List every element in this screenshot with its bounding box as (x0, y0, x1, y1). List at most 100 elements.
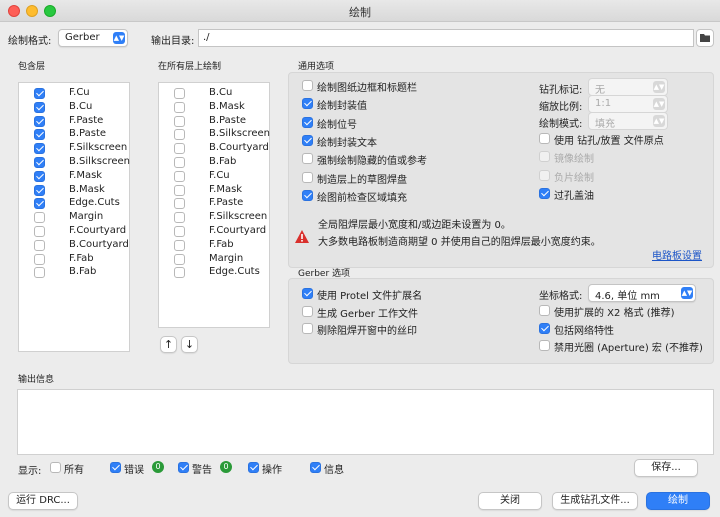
general-right-option-1-label: 镜像绘制 (554, 154, 594, 166)
layer-all-layers-1-label: B.Mask (209, 100, 245, 112)
layer-include-layers-7-label: B.Mask (69, 183, 105, 195)
layer-all-layers-4-label: B.Courtyard (209, 142, 269, 154)
drill-marks-label: 钻孔标记: (539, 85, 583, 96)
layer-include-layers-12-checkbox[interactable] (34, 253, 45, 265)
all-layers-list[interactable]: B.Cu B.Mask B.Paste B.Silkscreen B.Courtyard… (158, 82, 270, 328)
layer-all-layers-10-checkbox[interactable] (174, 226, 185, 237)
general-option-2-checkbox[interactable] (302, 116, 313, 128)
filter-0-checkbox[interactable] (50, 462, 61, 473)
general-option-1-checkbox[interactable] (302, 98, 313, 110)
general-option-3-label: 绘制封装文本 (317, 137, 377, 149)
plot-button[interactable]: 绘制 (646, 492, 710, 510)
general-right-option-2-checkbox[interactable] (539, 169, 550, 181)
layer-include-layers-10-checkbox[interactable] (34, 226, 45, 237)
board-setup-link[interactable]: 电路板设置 (652, 247, 702, 262)
layer-all-layers-2-label: B.Paste (209, 114, 247, 126)
layer-all-layers-1-checkbox[interactable] (174, 101, 185, 113)
gerber-option-2-label: 剔除阻焊开窗中的丝印 (317, 326, 417, 337)
layer-include-layers-8-checkbox[interactable] (34, 198, 45, 210)
gerber-right-option-1-label: 包括网络特性 (554, 325, 614, 337)
layer-include-layers-9-checkbox[interactable] (34, 212, 45, 224)
format-select[interactable]: Gerber ▲▼ (58, 29, 128, 47)
title-bar: 绘制 (0, 0, 720, 22)
general-right-option-0-checkbox[interactable] (539, 133, 550, 144)
layer-all-layers-13-checkbox[interactable] (174, 267, 185, 279)
general-right-option-3-checkbox[interactable] (539, 187, 550, 199)
output-messages-area[interactable] (17, 389, 714, 455)
coord-format-select[interactable]: 4.6, 单位 mm ▲▼ (588, 284, 696, 302)
layer-include-layers-5-checkbox[interactable] (34, 157, 45, 168)
all-layers-header: 在所有层上绘制 (158, 62, 222, 72)
layer-include-layers-11-checkbox[interactable] (34, 239, 45, 251)
layer-all-layers-6-checkbox[interactable] (174, 170, 185, 182)
layer-include-layers-4-checkbox[interactable] (34, 143, 45, 155)
gerber-right-option-2-checkbox[interactable] (539, 340, 550, 351)
general-option-6-checkbox[interactable] (302, 189, 313, 201)
general-option-3-checkbox[interactable] (302, 134, 313, 146)
plot-mode-select[interactable]: 填充 ▲▼ (588, 112, 668, 130)
warning-line-2: 大多数电路板制造商期望 0 并使用自己的阻焊层最小宽度约束。 (318, 237, 601, 248)
general-option-1-label: 绘制封装值 (317, 101, 367, 113)
layer-all-layers-3-label: B.Silkscreen (209, 128, 270, 140)
layer-all-layers-12-checkbox[interactable] (174, 253, 185, 265)
close-button[interactable]: 关闭 (478, 492, 542, 510)
layer-include-layers-13-checkbox[interactable] (34, 267, 45, 279)
gerber-right-option-1-checkbox[interactable] (539, 322, 550, 334)
layer-include-layers-1-label: B.Cu (69, 100, 93, 112)
layer-include-layers-6-checkbox[interactable] (34, 170, 45, 182)
save-output-button[interactable]: 保存... (634, 459, 698, 477)
general-right-option-2-label: 负片绘制 (554, 172, 594, 184)
format-label: 绘制格式: (8, 36, 52, 47)
layer-include-layers-2-label: F.Paste (69, 114, 104, 126)
general-option-4-checkbox[interactable] (302, 153, 313, 165)
layer-include-layers-3-checkbox[interactable] (34, 129, 45, 141)
gerber-right-option-2-label: 禁用光圈 (Aperture) 宏 (不推荐) (554, 343, 703, 354)
layer-all-layers-11-checkbox[interactable] (174, 239, 185, 251)
plot-mode-label: 绘制模式: (539, 119, 583, 130)
move-up-button[interactable]: ↑ (160, 336, 177, 353)
layer-all-layers-0-checkbox[interactable] (174, 88, 185, 99)
layer-all-layers-2-checkbox[interactable] (174, 115, 185, 127)
layer-all-layers-7-label: F.Mask (209, 183, 243, 195)
layer-all-layers-3-checkbox[interactable] (174, 129, 185, 141)
layer-include-layers-0-checkbox[interactable] (34, 88, 45, 99)
filter-3-checkbox[interactable] (248, 462, 259, 473)
gerber-option-2-checkbox[interactable] (302, 323, 313, 334)
layer-all-layers-5-checkbox[interactable] (174, 157, 185, 168)
coord-format-label: 坐标格式: (539, 291, 583, 302)
filter-2-checkbox[interactable] (178, 462, 189, 473)
drill-marks-select[interactable]: 无 ▲▼ (588, 78, 668, 96)
filter-4-label: 信息 (324, 465, 344, 476)
gerber-right-option-0-checkbox[interactable] (539, 305, 550, 316)
general-right-option-1-checkbox[interactable] (539, 151, 550, 163)
layer-include-layers-2-checkbox[interactable] (34, 115, 45, 127)
filter-0-label: 所有 (64, 465, 84, 476)
gerber-option-1-checkbox[interactable] (302, 305, 313, 317)
run-drc-button[interactable]: 运行 DRC... (8, 492, 78, 510)
outdir-input[interactable]: ./ (198, 29, 694, 47)
filter-count-badge: 0 (152, 461, 164, 473)
layer-include-layers-4-label: F.Silkscreen (69, 142, 128, 154)
general-option-5-checkbox[interactable] (302, 171, 313, 183)
layer-all-layers-7-checkbox[interactable] (174, 184, 185, 196)
layer-include-layers-1-checkbox[interactable] (34, 101, 45, 113)
gerber-option-1-label: 生成 Gerber 工作文件 (317, 308, 418, 320)
chevron-updown-icon: ▲▼ (681, 287, 693, 299)
browse-folder-button[interactable] (696, 29, 714, 47)
layer-all-layers-4-checkbox[interactable] (174, 143, 185, 155)
scale-select[interactable]: 1:1 ▲▼ (588, 95, 668, 113)
layer-include-layers-7-checkbox[interactable] (34, 184, 45, 196)
layer-include-layers-0-label: F.Cu (69, 87, 90, 98)
layer-all-layers-9-checkbox[interactable] (174, 212, 185, 224)
general-option-0-checkbox[interactable] (302, 80, 313, 91)
layer-all-layers-5-label: B.Fab (209, 156, 237, 167)
gerber-option-0-checkbox[interactable] (302, 288, 313, 299)
filter-4-checkbox[interactable] (310, 462, 321, 473)
include-layers-list[interactable]: F.Cu B.Cu F.Paste B.Paste F.Silkscreen B.Silk… (18, 82, 130, 352)
move-down-button[interactable]: ↓ (181, 336, 198, 353)
filter-1-checkbox[interactable] (110, 462, 121, 473)
layer-all-layers-8-checkbox[interactable] (174, 198, 185, 210)
generate-drill-files-button[interactable]: 生成钻孔文件... (552, 492, 638, 510)
general-right-option-3-label: 过孔盖油 (554, 190, 594, 202)
chevron-updown-icon: ▲▼ (653, 98, 665, 110)
